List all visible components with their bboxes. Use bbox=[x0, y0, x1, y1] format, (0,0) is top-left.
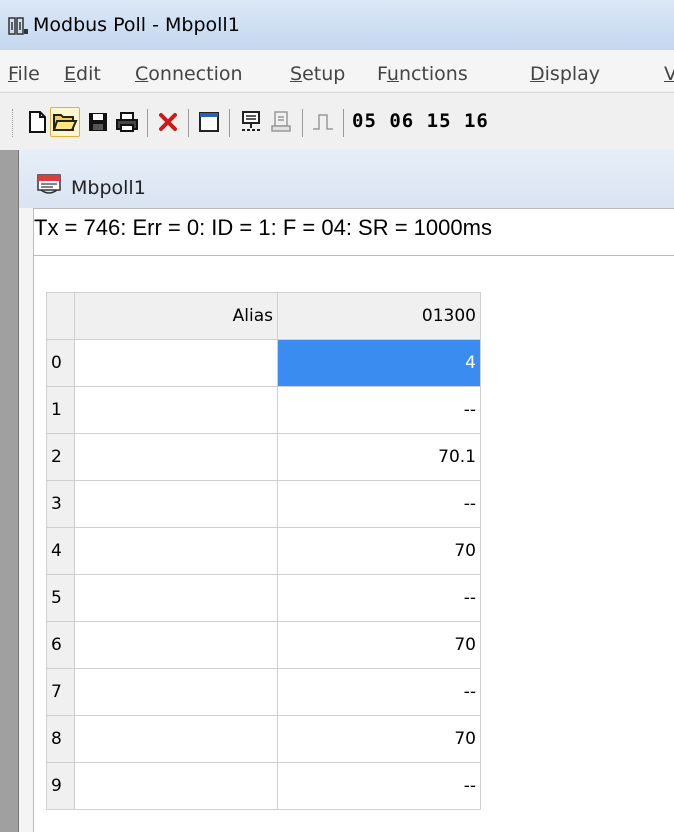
data-grid-area: Alias 01300 0 4 1 -- 2 70.1 3 -- 4 70 5 … bbox=[33, 256, 674, 832]
alias-cell[interactable] bbox=[74, 762, 278, 810]
modbus-app-icon[interactable] bbox=[8, 15, 30, 37]
toolbar-separator bbox=[343, 109, 344, 137]
menu-view-mnemonic: V bbox=[664, 63, 674, 85]
value-cell[interactable]: 70 bbox=[277, 715, 481, 763]
table-row: 7 -- bbox=[46, 668, 481, 716]
table-row: 0 4 bbox=[46, 339, 481, 387]
function-codes[interactable]: 05 06 15 16 bbox=[352, 110, 489, 132]
row-header[interactable]: 9 bbox=[46, 762, 75, 810]
alias-cell[interactable] bbox=[74, 339, 278, 387]
table-row: 4 70 bbox=[46, 527, 481, 575]
menu-edit-mnemonic: E bbox=[64, 63, 77, 85]
alias-cell[interactable] bbox=[74, 527, 278, 575]
menu-edit[interactable]: Edit bbox=[64, 63, 101, 85]
menu-functions-label: nctions bbox=[398, 63, 468, 85]
menu-display[interactable]: Display bbox=[530, 63, 600, 85]
title-bar[interactable]: Modbus Poll - Mbpoll1 bbox=[0, 0, 674, 50]
menu-functions-mnemonic: u bbox=[386, 63, 399, 85]
menu-display-label: isplay bbox=[544, 63, 601, 85]
toolbar: 05 06 15 16 bbox=[0, 93, 674, 151]
toolbar-separator bbox=[229, 109, 230, 137]
save-icon[interactable] bbox=[83, 107, 113, 137]
status-line: Tx = 746: Err = 0: ID = 1: F = 04: SR = … bbox=[33, 208, 674, 256]
menu-edit-label: dit bbox=[76, 63, 101, 85]
window-title: Modbus Poll - Mbpoll1 bbox=[33, 14, 240, 36]
menu-connection[interactable]: Connection bbox=[135, 63, 243, 85]
row-header[interactable]: 7 bbox=[46, 668, 75, 716]
value-cell[interactable]: 70 bbox=[277, 527, 481, 575]
table-row: 6 70 bbox=[46, 621, 481, 669]
table-row: 2 70.1 bbox=[46, 433, 481, 481]
data-grid: Alias 01300 0 4 1 -- 2 70.1 3 -- 4 70 5 … bbox=[46, 292, 481, 810]
close-icon[interactable] bbox=[153, 107, 183, 137]
alias-cell[interactable] bbox=[74, 433, 278, 481]
table-row: 3 -- bbox=[46, 480, 481, 528]
table-row: 9 -- bbox=[46, 762, 481, 810]
grid-corner[interactable] bbox=[46, 292, 75, 340]
row-header[interactable]: 8 bbox=[46, 715, 75, 763]
alias-cell[interactable] bbox=[74, 668, 278, 716]
toolbar-separator bbox=[302, 109, 303, 137]
open-icon[interactable] bbox=[50, 107, 80, 137]
connect-icon[interactable] bbox=[236, 107, 266, 137]
toolbar-separator bbox=[188, 109, 189, 137]
alias-cell[interactable] bbox=[74, 621, 278, 669]
column-header-address[interactable]: 01300 bbox=[277, 292, 481, 340]
document-icon bbox=[37, 174, 61, 196]
pulse-icon[interactable] bbox=[308, 107, 338, 137]
status-text: Tx = 746: Err = 0: ID = 1: F = 04: SR = … bbox=[34, 215, 492, 240]
value-cell[interactable]: 70 bbox=[277, 621, 481, 669]
menu-connection-label: onnection bbox=[148, 63, 243, 85]
row-header[interactable]: 2 bbox=[46, 433, 75, 481]
window-icon[interactable] bbox=[194, 107, 224, 137]
menu-file[interactable]: File bbox=[8, 63, 40, 85]
menu-connection-mnemonic: C bbox=[135, 63, 149, 85]
child-window: Mbpoll1 Tx = 746: Err = 0: ID = 1: F = 0… bbox=[18, 150, 674, 832]
table-row: 5 -- bbox=[46, 574, 481, 622]
menu-setup-mnemonic: S bbox=[290, 63, 303, 85]
child-title-bar[interactable]: Mbpoll1 bbox=[19, 150, 674, 208]
row-header[interactable]: 6 bbox=[46, 621, 75, 669]
menu-file-label: ile bbox=[17, 63, 40, 85]
row-header[interactable]: 3 bbox=[46, 480, 75, 528]
value-cell[interactable]: 70.1 bbox=[277, 433, 481, 481]
menu-functions[interactable]: Functions bbox=[377, 63, 468, 85]
value-cell[interactable]: 4 bbox=[277, 339, 481, 387]
menu-functions-prefix: F bbox=[377, 63, 387, 85]
row-header[interactable]: 0 bbox=[46, 339, 75, 387]
value-cell[interactable]: -- bbox=[277, 574, 481, 622]
new-icon[interactable] bbox=[22, 107, 52, 137]
row-header[interactable]: 5 bbox=[46, 574, 75, 622]
menu-display-mnemonic: D bbox=[530, 63, 545, 85]
mdi-background bbox=[0, 150, 18, 832]
child-window-title: Mbpoll1 bbox=[71, 177, 146, 199]
value-cell[interactable]: -- bbox=[277, 762, 481, 810]
row-header[interactable]: 1 bbox=[46, 386, 75, 434]
alias-cell[interactable] bbox=[74, 480, 278, 528]
print-icon[interactable] bbox=[112, 107, 142, 137]
row-header[interactable]: 4 bbox=[46, 527, 75, 575]
value-cell[interactable]: -- bbox=[277, 480, 481, 528]
toolbar-grip[interactable] bbox=[12, 109, 16, 137]
toolbar-separator bbox=[147, 109, 148, 137]
menu-bar: File Edit Connection Setup Functions Dis… bbox=[0, 50, 674, 93]
value-cell[interactable]: -- bbox=[277, 668, 481, 716]
table-row: 8 70 bbox=[46, 715, 481, 763]
menu-view[interactable]: V bbox=[664, 63, 674, 85]
alias-cell[interactable] bbox=[74, 574, 278, 622]
menu-setup-label: etup bbox=[302, 63, 346, 85]
value-cell[interactable]: -- bbox=[277, 386, 481, 434]
column-header-alias[interactable]: Alias bbox=[74, 292, 278, 340]
alias-cell[interactable] bbox=[74, 715, 278, 763]
menu-setup[interactable]: Setup bbox=[290, 63, 345, 85]
menu-file-mnemonic: F bbox=[8, 63, 18, 85]
table-row: 1 -- bbox=[46, 386, 481, 434]
alias-cell[interactable] bbox=[74, 386, 278, 434]
disconnect-icon[interactable] bbox=[266, 107, 296, 137]
